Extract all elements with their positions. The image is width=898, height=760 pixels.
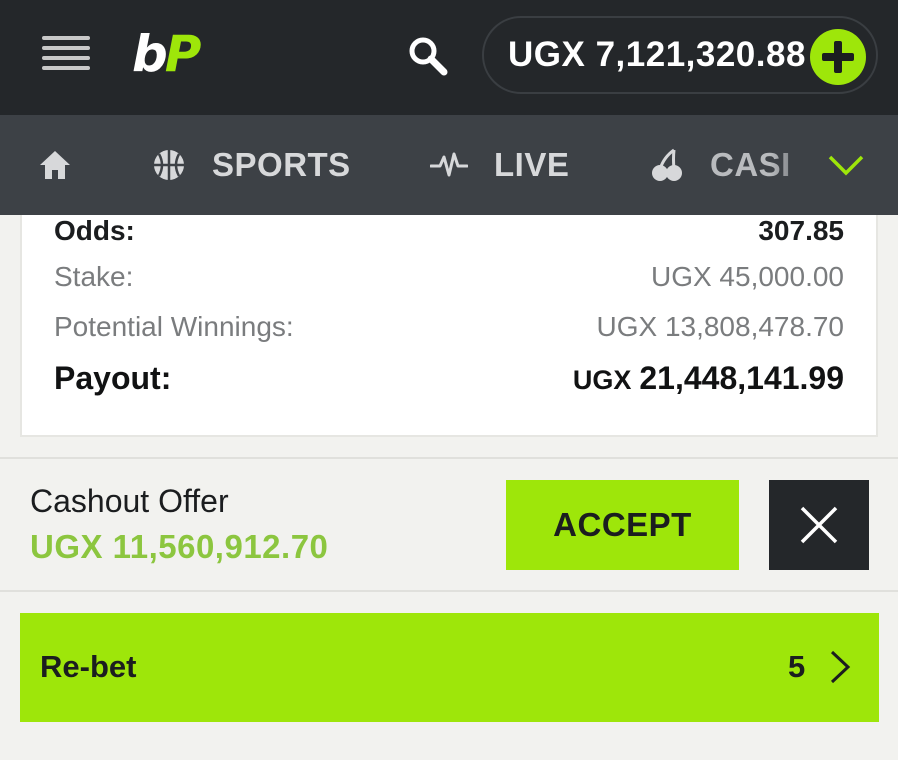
cashout-title: Cashout Offer (30, 483, 229, 519)
deposit-plus-icon[interactable] (810, 29, 866, 85)
stake-label: Stake: (54, 261, 134, 292)
payout-currency: UGX (572, 365, 632, 395)
hamburger-icon[interactable] (42, 36, 90, 74)
basketball-icon (154, 150, 184, 180)
nav-live-label: LIVE (494, 146, 570, 183)
nav-sports-label: SPORTS (212, 146, 351, 183)
payout-row: Payout: UGX 21,448,141.99 (54, 360, 844, 397)
logo[interactable]: bP (132, 25, 202, 83)
payout-value: 21,448,141.99 (639, 360, 844, 396)
bet-summary-card: Odds: 307.85 Stake: UGX 45,000.00 Potent… (20, 215, 878, 437)
chevron-right-icon (830, 650, 851, 684)
logo-p: P (164, 25, 202, 83)
odds-label: Odds: (54, 215, 135, 246)
winnings-row: Potential Winnings: UGX 13,808,478.70 (54, 311, 844, 343)
cashout-value: UGX 11,560,912.70 (30, 528, 329, 565)
winnings-value: UGX 13,808,478.70 (596, 311, 844, 342)
rebet-count: 5 (788, 649, 806, 684)
stake-value: UGX 45,000.00 (650, 261, 844, 292)
divider (0, 590, 898, 592)
nav-home[interactable] (38, 115, 98, 215)
logo-b: b (132, 25, 168, 83)
nav-sports[interactable]: SPORTS (152, 115, 351, 215)
search-icon[interactable] (406, 34, 450, 78)
stake-row: Stake: UGX 45,000.00 (54, 261, 844, 293)
balance-amount: UGX 7,121,320.88 (508, 35, 806, 74)
accept-button[interactable]: ACCEPT (506, 480, 739, 570)
rebet-button[interactable]: Re-bet 5 (20, 613, 879, 722)
decline-button[interactable] (769, 480, 869, 570)
home-icon (40, 151, 70, 179)
winnings-label: Potential Winnings: (54, 311, 294, 342)
pulse-icon (430, 152, 468, 177)
nav-live[interactable]: LIVE (430, 115, 569, 215)
chevron-down-icon[interactable] (826, 145, 866, 185)
main-nav: SPORTS LIVE CASI (0, 115, 898, 215)
rebet-label: Re-bet (40, 649, 137, 684)
balance-pill[interactable]: UGX 7,121,320.88 (482, 16, 878, 94)
payout-label: Payout: (54, 360, 172, 396)
odds-value: 307.85 (758, 215, 844, 246)
top-bar: bP UGX 7,121,320.88 (0, 0, 898, 115)
payout-amount: UGX 21,448,141.99 (573, 360, 844, 397)
cherries-icon (652, 148, 682, 181)
divider (0, 457, 898, 459)
close-icon (800, 506, 838, 544)
odds-row: Odds: 307.85 (54, 215, 844, 247)
